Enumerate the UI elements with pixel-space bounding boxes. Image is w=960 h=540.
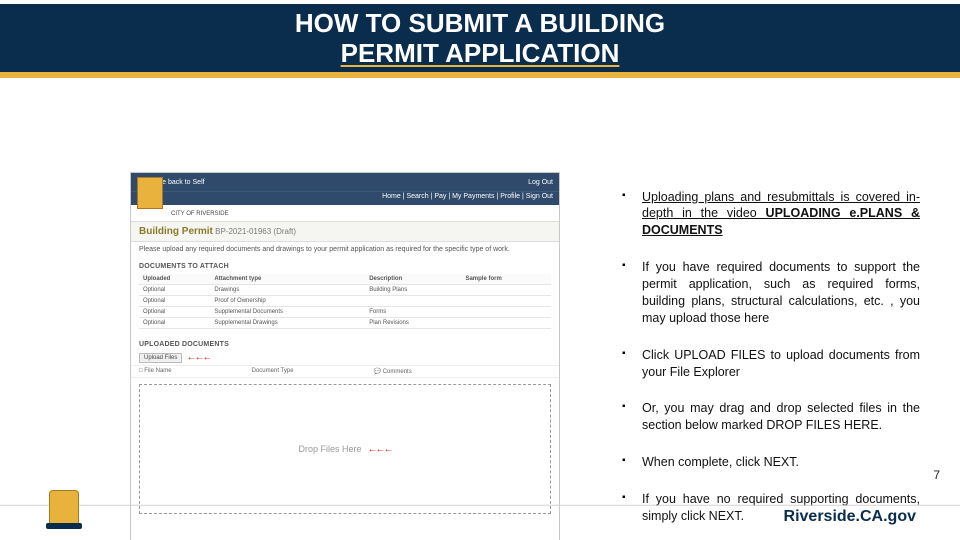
- footer-logo-icon: [42, 478, 86, 526]
- screenshot-page-head: Building Permit BP-2021-01963 (Draft): [131, 221, 559, 242]
- bullet-item: If you have required documents to suppor…: [622, 259, 920, 327]
- screenshot-upload-button: Upload Files: [139, 353, 182, 363]
- bullet-item: Or, you may drag and drop selected files…: [622, 400, 920, 434]
- screenshot-logout: Log Out: [528, 179, 553, 186]
- table-row: OptionalProof of Ownership: [139, 296, 551, 307]
- footer-divider: [0, 504, 960, 506]
- screenshot-file-header: □ File Name Document Type 💬 Comments: [131, 365, 559, 378]
- screenshot-section-upload: UPLOADED DOCUMENTS: [131, 335, 559, 350]
- red-arrow-icon: ←←←: [186, 352, 210, 363]
- screenshot-instructions: Please upload any required documents and…: [131, 242, 559, 257]
- table-row: OptionalDrawingsBuilding Plans: [139, 285, 551, 296]
- title-line-2: PERMIT APPLICATION: [0, 38, 960, 68]
- table-row: OptionalSupplemental DrawingsPlan Revisi…: [139, 318, 551, 329]
- screenshot-dropzone: Drop Files Here ←←←: [139, 384, 551, 514]
- page-number: 7: [933, 468, 940, 482]
- bullet-item: Uploading plans and resubmittals is cove…: [622, 189, 920, 240]
- bullet-item: Click UPLOAD FILES to upload documents f…: [622, 347, 920, 381]
- page-title: HOW TO SUBMIT A BUILDING PERMIT APPLICAT…: [0, 8, 960, 68]
- screenshot-page-code: BP-2021-01963 (Draft): [215, 227, 296, 236]
- title-line-1: HOW TO SUBMIT A BUILDING: [0, 8, 960, 38]
- bullet-list: Uploading plans and resubmittals is cove…: [582, 189, 920, 540]
- footer-site: Riverside.CA.gov: [784, 508, 916, 526]
- screenshot-logo-icon: [137, 177, 163, 209]
- screenshot-page-title: Building Permit: [139, 226, 213, 237]
- screenshot-doc-table: Uploaded Attachment type Description Sam…: [139, 274, 551, 329]
- screenshot-brand: CITY OF RIVERSIDE: [131, 205, 559, 221]
- screenshot-nav: Home | Search | Pay | My Payments | Prof…: [131, 191, 559, 205]
- red-arrow-icon: ←←←: [368, 444, 392, 455]
- screenshot-preview: Welcome back to Self Log Out Home | Sear…: [130, 172, 560, 540]
- bullet-item: When complete, click NEXT.: [622, 454, 920, 471]
- screenshot-section-doc: DOCUMENTS TO ATTACH: [131, 257, 559, 272]
- title-underline: [0, 72, 960, 78]
- table-row: OptionalSupplemental DocumentsForms: [139, 307, 551, 318]
